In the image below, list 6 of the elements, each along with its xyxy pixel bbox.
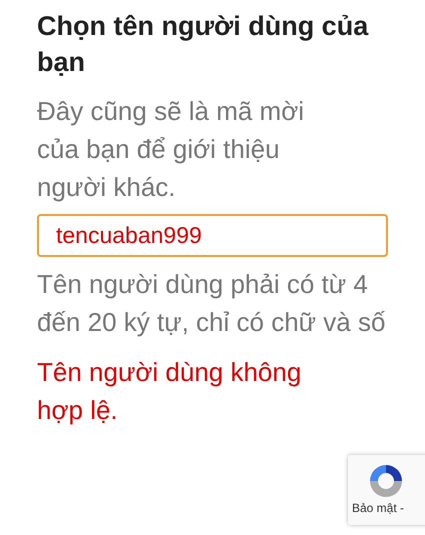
hint: Tên người dùng phải có từ 4 đến 20 ký tự, chỉ có chữ và số [37, 268, 386, 339]
privacy-link[interactable]: Bảo mật - [352, 501, 404, 515]
username-field[interactable]: tencuaban999 [37, 214, 388, 257]
error-message: Tên người dùng không hợp lệ. [37, 356, 302, 427]
description: Đây cũng sẽ là mã mời của bạn để giới thiệu người khác. [37, 95, 306, 204]
title: Chọn tên người dùng của bạn [37, 10, 370, 79]
